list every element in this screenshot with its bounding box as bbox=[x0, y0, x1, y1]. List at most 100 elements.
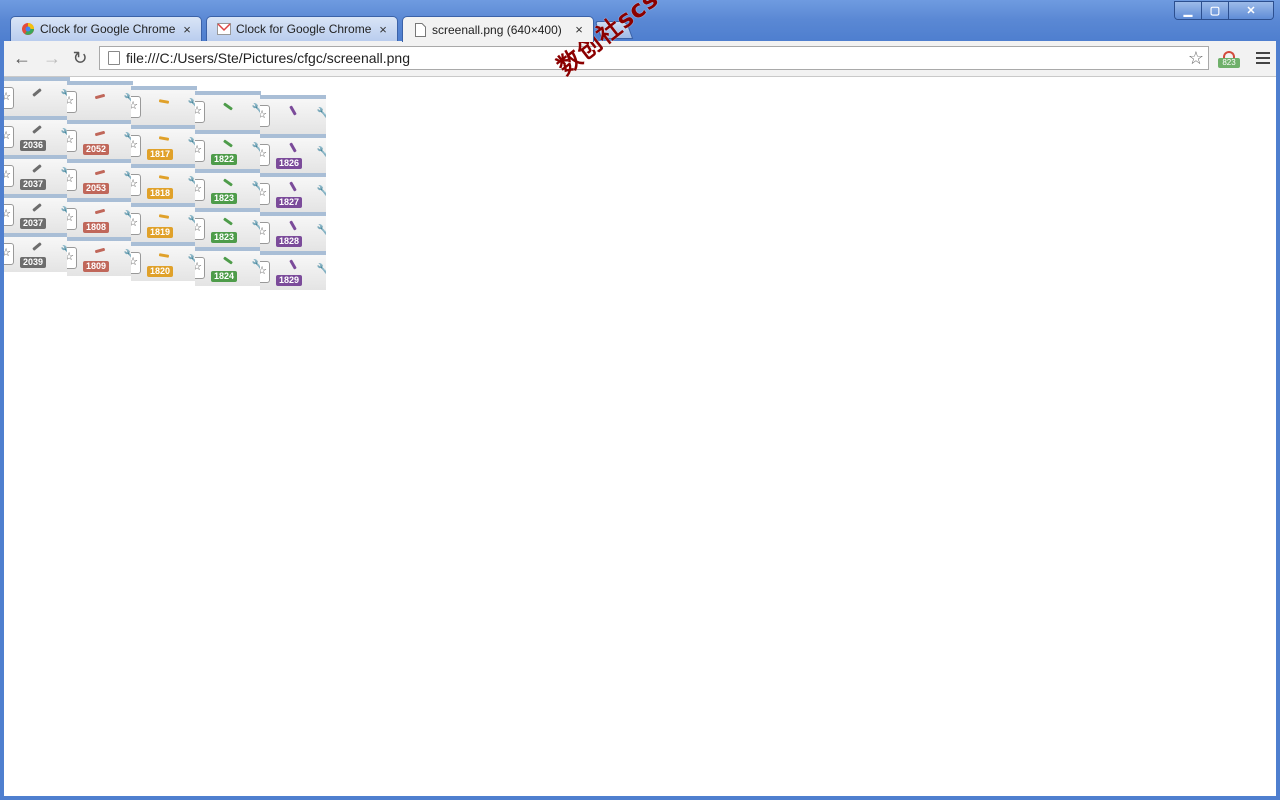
clock-hand-icon bbox=[289, 142, 297, 153]
year-badge: 1809 bbox=[83, 261, 109, 272]
screenshot-cell: ☆🔧1820 bbox=[131, 242, 197, 281]
star-icon: ☆ bbox=[4, 243, 14, 265]
screenshot-cell: ☆🔧 bbox=[195, 91, 261, 130]
star-icon: ☆ bbox=[260, 183, 270, 205]
clock-hand-icon bbox=[32, 164, 42, 173]
clock-hand-icon bbox=[158, 99, 170, 104]
wrench-icon: 🔧 bbox=[317, 225, 326, 236]
minimize-button[interactable]: ▁ bbox=[1175, 2, 1201, 19]
year-badge: 1824 bbox=[211, 271, 237, 282]
tab-close-button[interactable]: × bbox=[181, 22, 193, 37]
star-icon: ☆ bbox=[131, 96, 141, 118]
year-badge: 1823 bbox=[211, 193, 237, 204]
screenshot-cell: ☆🔧1822 bbox=[195, 130, 261, 169]
screenshot-cell: ☆🔧1823 bbox=[195, 169, 261, 208]
clock-hand-icon bbox=[289, 259, 297, 270]
year-badge: 2039 bbox=[20, 257, 46, 268]
tab-close-button[interactable]: × bbox=[377, 22, 389, 37]
star-icon: ☆ bbox=[67, 169, 77, 191]
year-badge: 2037 bbox=[20, 179, 46, 190]
tab-title: Clock for Google Chrome bbox=[40, 22, 176, 36]
clock-hand-icon bbox=[32, 203, 42, 212]
page-icon bbox=[108, 51, 120, 65]
year-badge: 1822 bbox=[211, 154, 237, 165]
screenshot-cell: ☆🔧1818 bbox=[131, 164, 197, 203]
screenshot-column: ☆🔧☆🔧2052☆🔧2053☆🔧1808☆🔧1809 bbox=[67, 81, 133, 276]
year-badge: 2036 bbox=[20, 140, 46, 151]
year-badge: 1818 bbox=[147, 188, 173, 199]
clock-hand-icon bbox=[94, 208, 106, 215]
star-icon: ☆ bbox=[67, 91, 77, 113]
year-badge: 2052 bbox=[83, 144, 109, 155]
clock-hand-icon bbox=[94, 130, 106, 137]
image-viewport: ☆🔧☆🔧2036☆🔧2037☆🔧2037☆🔧2039☆🔧☆🔧2052☆🔧2053… bbox=[4, 77, 1276, 796]
clock-hand-icon bbox=[289, 181, 297, 192]
bookmark-star-icon[interactable]: ☆ bbox=[1188, 48, 1204, 69]
screenshot-cell: ☆🔧2039 bbox=[4, 233, 70, 272]
star-icon: ☆ bbox=[67, 208, 77, 230]
clock-hand-icon bbox=[158, 253, 170, 258]
clock-hand-icon bbox=[223, 102, 233, 111]
screenshot-cell: ☆ 🔧 1828 bbox=[260, 212, 326, 251]
star-icon: ☆ bbox=[4, 204, 14, 226]
year-badge: 1823 bbox=[211, 232, 237, 243]
back-button[interactable]: ← bbox=[11, 47, 33, 69]
page-icon bbox=[413, 22, 427, 37]
toolbar: ← → ↻ file:///C:/Users/Ste/Pictures/cfgc… bbox=[4, 41, 1276, 77]
back-arrow-icon: ← bbox=[13, 47, 31, 68]
year-badge: 1817 bbox=[147, 149, 173, 160]
star-icon: ☆ bbox=[67, 247, 77, 269]
year-badge: 1826 bbox=[276, 158, 302, 169]
year-badge: 2037 bbox=[20, 218, 46, 229]
star-icon: ☆ bbox=[195, 101, 205, 123]
clock-hand-icon bbox=[158, 175, 170, 180]
screenshot-cell: ☆ 🔧 1827 bbox=[260, 173, 326, 212]
screenshot-cell: ☆🔧 bbox=[131, 86, 197, 125]
year-badge: 1829 bbox=[276, 275, 302, 286]
year-badge: 1828 bbox=[276, 236, 302, 247]
year-badge: 2053 bbox=[83, 183, 109, 194]
screenshot-column: ☆🔧☆🔧1817☆🔧1818☆🔧1819☆🔧1820 bbox=[131, 86, 197, 281]
star-icon: ☆ bbox=[195, 218, 205, 240]
tab-screenall[interactable]: screenall.png (640×400) × bbox=[402, 16, 594, 42]
star-icon: ☆ bbox=[260, 105, 270, 127]
close-window-button[interactable]: ✕ bbox=[1228, 2, 1273, 19]
menu-button[interactable] bbox=[1256, 50, 1270, 66]
screenshot-cell: ☆🔧1809 bbox=[67, 237, 133, 276]
forward-arrow-icon: → bbox=[43, 47, 61, 68]
clock-hand-icon bbox=[158, 136, 170, 141]
clock-hand-icon bbox=[32, 88, 42, 97]
clock-hand-icon bbox=[223, 139, 233, 148]
tab-clock-1[interactable]: Clock for Google Chrome × bbox=[10, 16, 202, 41]
tab-close-button[interactable]: × bbox=[573, 22, 585, 37]
star-icon: ☆ bbox=[260, 261, 270, 283]
clock-hand-icon bbox=[94, 93, 106, 100]
clock-hand-icon bbox=[289, 220, 297, 231]
clock-hand-icon bbox=[223, 178, 233, 187]
screenshot-cell: ☆🔧 bbox=[4, 77, 70, 116]
wrench-icon: 🔧 bbox=[317, 108, 326, 119]
screenshot-cell: ☆🔧1808 bbox=[67, 198, 133, 237]
star-icon: ☆ bbox=[67, 130, 77, 152]
year-badge: 1808 bbox=[83, 222, 109, 233]
screenshot-cell: ☆🔧2037 bbox=[4, 155, 70, 194]
tab-clock-2[interactable]: Clock for Google Chrome × bbox=[206, 16, 398, 41]
screenshot-cell: ☆🔧1819 bbox=[131, 203, 197, 242]
star-icon: ☆ bbox=[195, 257, 205, 279]
clock-hand-icon bbox=[32, 125, 42, 134]
forward-button[interactable]: → bbox=[41, 47, 63, 69]
screenshot-cell: ☆🔧1823 bbox=[195, 208, 261, 247]
maximize-button[interactable]: ▢ bbox=[1201, 2, 1228, 19]
star-icon: ☆ bbox=[131, 213, 141, 235]
address-bar[interactable]: file:///C:/Users/Ste/Pictures/cfgc/scree… bbox=[99, 46, 1209, 70]
screenshot-cell: ☆🔧2037 bbox=[4, 194, 70, 233]
clock-hand-icon bbox=[158, 214, 170, 219]
clock-hand-icon bbox=[94, 169, 106, 176]
screenshot-cell: ☆🔧2052 bbox=[67, 120, 133, 159]
star-icon: ☆ bbox=[195, 140, 205, 162]
wrench-icon: 🔧 bbox=[317, 264, 326, 275]
reload-button[interactable]: ↻ bbox=[69, 47, 91, 69]
clock-extension-button[interactable]: 823 bbox=[1216, 51, 1242, 69]
url-text: file:///C:/Users/Ste/Pictures/cfgc/scree… bbox=[126, 50, 410, 66]
screenshot-column: ☆🔧☆🔧1822☆🔧1823☆🔧1823☆🔧1824 bbox=[195, 91, 261, 286]
